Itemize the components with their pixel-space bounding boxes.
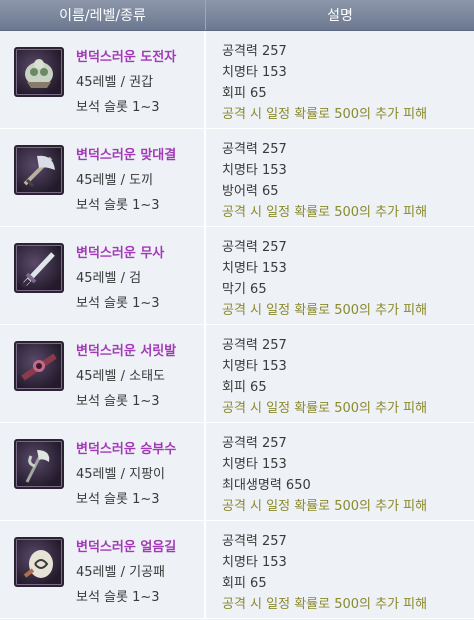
stat-critical: 치명타 153: [222, 163, 287, 178]
item-gem-slot: 보석 슬롯 1~3: [76, 100, 160, 115]
item-level-type: 45레벨 / 도끼: [76, 173, 154, 188]
item-cell: 변덕스러운 얼음길 45레벨 / 기공패 보석 슬롯 1~3: [0, 521, 206, 618]
stat-attack: 공격력 257: [222, 240, 287, 255]
stat-attack: 공격력 257: [222, 44, 287, 59]
item-gem-slot: 보석 슬롯 1~3: [76, 198, 160, 213]
description-cell: 공격력 257 치명타 153 막기 65 공격 시 일정 확률로 500의 추…: [206, 227, 474, 324]
stat-effect: 공격 시 일정 확률로 500의 추가 피해: [222, 303, 428, 318]
table-header: 이름/레벨/종류 설명: [0, 0, 474, 31]
table-row: 변덕스러운 서릿발 45레벨 / 소태도 보석 슬롯 1~3 공격력 257 치…: [0, 325, 474, 423]
item-list: 변덕스러운 도전자 45레벨 / 권갑 보석 슬롯 1~3 공격력 257 치명…: [0, 31, 474, 619]
item-level-type: 45레벨 / 권갑: [76, 75, 154, 90]
stat-critical: 치명타 153: [222, 359, 287, 374]
header-name-level-type: 이름/레벨/종류: [0, 0, 206, 30]
item-cell: 변덕스러운 서릿발 45레벨 / 소태도 보석 슬롯 1~3: [0, 325, 206, 422]
item-name[interactable]: 변덕스러운 서릿발: [76, 339, 176, 364]
item-level-type: 45레벨 / 기공패: [76, 565, 165, 580]
stat-attack: 공격력 257: [222, 338, 287, 353]
item-gem-slot: 보석 슬롯 1~3: [76, 296, 160, 311]
table-row: 변덕스러운 승부수 45레벨 / 지팡이 보석 슬롯 1~3 공격력 257 치…: [0, 423, 474, 521]
table-row: 변덕스러운 도전자 45레벨 / 권갑 보석 슬롯 1~3 공격력 257 치명…: [0, 31, 474, 129]
description-cell: 공격력 257 치명타 153 회피 65 공격 시 일정 확률로 500의 추…: [206, 521, 474, 618]
stat-attack: 공격력 257: [222, 142, 287, 157]
item-level-type: 45레벨 / 소태도: [76, 369, 165, 384]
stat-extra: 방어력 65: [222, 184, 279, 199]
description-cell: 공격력 257 치명타 153 최대생명력 650 공격 시 일정 확률로 50…: [206, 423, 474, 520]
stat-effect: 공격 시 일정 확률로 500의 추가 피해: [222, 597, 428, 612]
table-row: 변덕스러운 무사 45레벨 / 검 보석 슬롯 1~3 공격력 257 치명타 …: [0, 227, 474, 325]
item-gem-slot: 보석 슬롯 1~3: [76, 492, 160, 507]
item-name[interactable]: 변덕스러운 도전자: [76, 45, 176, 70]
stat-extra: 막기 65: [222, 282, 267, 297]
item-cell: 변덕스러운 무사 45레벨 / 검 보석 슬롯 1~3: [0, 227, 206, 324]
stat-critical: 치명타 153: [222, 457, 287, 472]
item-level-type: 45레벨 / 검: [76, 271, 142, 286]
item-name[interactable]: 변덕스러운 승부수: [76, 437, 176, 462]
axe-icon[interactable]: [14, 145, 64, 195]
item-level-type: 45레벨 / 지팡이: [76, 467, 165, 482]
description-cell: 공격력 257 치명타 153 회피 65 공격 시 일정 확률로 500의 추…: [206, 31, 474, 128]
item-name[interactable]: 변덕스러운 맞대결: [76, 143, 176, 168]
stat-extra: 최대생명력 650: [222, 478, 311, 493]
stat-attack: 공격력 257: [222, 436, 287, 451]
item-gem-slot: 보석 슬롯 1~3: [76, 394, 160, 409]
description-cell: 공격력 257 치명타 153 방어력 65 공격 시 일정 확률로 500의 …: [206, 129, 474, 226]
stat-extra: 회피 65: [222, 380, 267, 395]
gauntlet-icon[interactable]: [14, 47, 64, 97]
table-row: 변덕스러운 맞대결 45레벨 / 도끼 보석 슬롯 1~3 공격력 257 치명…: [0, 129, 474, 227]
talisman-icon[interactable]: [14, 537, 64, 587]
stat-critical: 치명타 153: [222, 261, 287, 276]
stat-extra: 회피 65: [222, 86, 267, 101]
item-cell: 변덕스러운 승부수 45레벨 / 지팡이 보석 슬롯 1~3: [0, 423, 206, 520]
sword-icon[interactable]: [14, 243, 64, 293]
item-gem-slot: 보석 슬롯 1~3: [76, 590, 160, 605]
stat-critical: 치명타 153: [222, 555, 287, 570]
stat-effect: 공격 시 일정 확률로 500의 추가 피해: [222, 401, 428, 416]
description-cell: 공격력 257 치명타 153 회피 65 공격 시 일정 확률로 500의 추…: [206, 325, 474, 422]
stat-effect: 공격 시 일정 확률로 500의 추가 피해: [222, 205, 428, 220]
stat-effect: 공격 시 일정 확률로 500의 추가 피해: [222, 107, 428, 122]
stat-effect: 공격 시 일정 확률로 500의 추가 피해: [222, 499, 428, 514]
item-name[interactable]: 변덕스러운 얼음길: [76, 535, 176, 560]
staff-icon[interactable]: [14, 439, 64, 489]
stat-extra: 회피 65: [222, 576, 267, 591]
table-row: 변덕스러운 얼음길 45레벨 / 기공패 보석 슬롯 1~3 공격력 257 치…: [0, 521, 474, 619]
short-blade-icon[interactable]: [14, 341, 64, 391]
item-cell: 변덕스러운 도전자 45레벨 / 권갑 보석 슬롯 1~3: [0, 31, 206, 128]
stat-critical: 치명타 153: [222, 65, 287, 80]
header-description: 설명: [327, 8, 353, 24]
item-cell: 변덕스러운 맞대결 45레벨 / 도끼 보석 슬롯 1~3: [0, 129, 206, 226]
item-name[interactable]: 변덕스러운 무사: [76, 241, 164, 266]
stat-attack: 공격력 257: [222, 534, 287, 549]
